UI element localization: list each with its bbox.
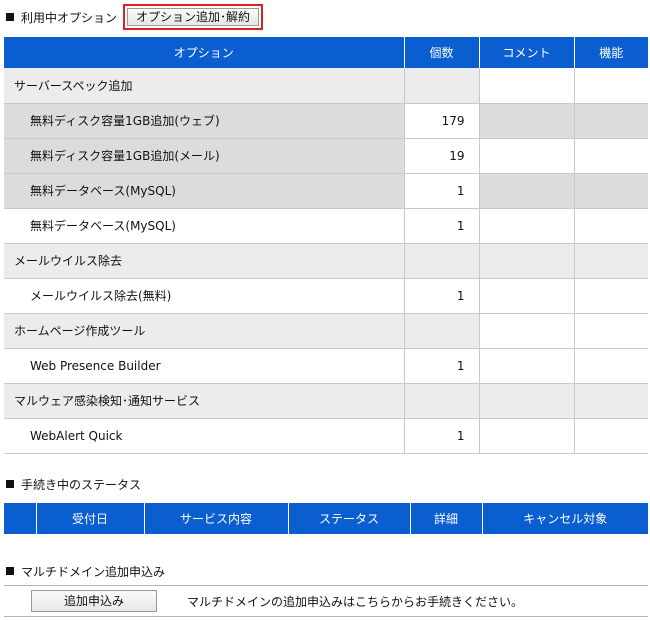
option-name: 無料データベース(MySQL) (4, 208, 405, 244)
option-comment (479, 103, 575, 139)
option-function (574, 383, 648, 419)
option-comment (479, 173, 575, 209)
option-count: 1 (404, 278, 480, 314)
option-comment (479, 138, 575, 174)
col-comment: コメント (479, 37, 575, 68)
option-function (574, 208, 648, 244)
status-section-header: 手続き中のステータス (4, 473, 141, 495)
option-function (574, 103, 648, 139)
option-comment (479, 68, 575, 104)
option-count: 1 (404, 208, 480, 244)
status-section-title: 手続き中のステータス (21, 477, 142, 492)
option-category: マルウェア感染検知･通知サービス (4, 383, 405, 419)
multidomain-section-title: マルチドメイン追加申込み (21, 564, 166, 579)
col-status: ステータス (288, 503, 411, 534)
square-bullet-icon (6, 13, 14, 21)
col-function: 機能 (574, 37, 648, 68)
option-category: メールウイルス除去 (4, 243, 405, 279)
col-received-date: 受付日 (36, 503, 145, 534)
options-table-header: オプション 個数 コメント 機能 (4, 37, 648, 68)
option-comment (479, 313, 575, 349)
option-comment (479, 418, 575, 454)
table-row: 無料ディスク容量1GB追加(ウェブ) 179 (4, 103, 648, 139)
option-count: 1 (404, 348, 480, 384)
option-comment (479, 208, 575, 244)
table-row: マルウェア感染検知･通知サービス (4, 383, 648, 419)
option-count: 1 (404, 173, 480, 209)
col-service-content: サービス内容 (144, 503, 289, 534)
option-count: 179 (404, 103, 480, 139)
multidomain-section-header: マルチドメイン追加申込み (4, 560, 165, 582)
col-detail: 詳細 (410, 503, 483, 534)
options-section-title: 利用中オプション (21, 10, 118, 25)
col-cancel-target: キャンセル対象 (482, 503, 648, 534)
table-row: 無料ディスク容量1GB追加(メール) 19 (4, 138, 648, 174)
option-comment (479, 243, 575, 279)
option-count (404, 383, 480, 419)
option-count (404, 68, 480, 104)
table-row: メールウイルス除去 (4, 243, 648, 279)
option-function (574, 348, 648, 384)
option-function (574, 138, 648, 174)
add-cancel-option-button[interactable]: オプション追加･解約 (127, 8, 260, 26)
option-function (574, 418, 648, 454)
highlight-box: オプション追加･解約 (123, 4, 264, 30)
options-table: オプション 個数 コメント 機能 サーバースペック追加 無料ディスク容量1GB追… (4, 37, 648, 454)
option-comment (479, 348, 575, 384)
apply-button[interactable]: 追加申込み (31, 590, 157, 612)
option-count: 19 (404, 138, 480, 174)
option-function (574, 278, 648, 314)
option-name: メールウイルス除去(無料) (4, 278, 405, 314)
option-name: Web Presence Builder (4, 348, 405, 384)
option-comment (479, 278, 575, 314)
option-function (574, 243, 648, 279)
status-table: 受付日 サービス内容 ステータス 詳細 キャンセル対象 (4, 503, 648, 534)
option-count (404, 313, 480, 349)
option-name: 無料ディスク容量1GB追加(ウェブ) (4, 103, 405, 139)
table-row: 無料データベース(MySQL) 1 (4, 208, 648, 244)
option-comment (479, 383, 575, 419)
table-row: Web Presence Builder 1 (4, 348, 648, 384)
multidomain-description: マルチドメインの追加申込みはこちらからお手続きください。 (187, 594, 524, 609)
option-count: 1 (404, 418, 480, 454)
option-name: 無料ディスク容量1GB追加(メール) (4, 138, 405, 174)
table-row: メールウイルス除去(無料) 1 (4, 278, 648, 314)
square-bullet-icon (6, 567, 14, 575)
option-name: WebAlert Quick (4, 418, 405, 454)
square-bullet-icon (6, 480, 14, 488)
col-option: オプション (4, 37, 405, 68)
table-row: サーバースペック追加 (4, 68, 648, 104)
table-row: ホームページ作成ツール (4, 313, 648, 349)
multidomain-row: 追加申込み マルチドメインの追加申込みはこちらからお手続きください。 (4, 585, 648, 617)
option-name: 無料データベース(MySQL) (4, 173, 405, 209)
options-section-header: 利用中オプション オプション追加･解約 (4, 4, 264, 30)
option-function (574, 68, 648, 104)
option-category: ホームページ作成ツール (4, 313, 405, 349)
option-count (404, 243, 480, 279)
col-select (4, 503, 37, 534)
option-category: サーバースペック追加 (4, 68, 405, 104)
status-table-header: 受付日 サービス内容 ステータス 詳細 キャンセル対象 (4, 503, 648, 534)
table-row: 無料データベース(MySQL) 1 (4, 173, 648, 209)
col-count: 個数 (404, 37, 480, 68)
option-function (574, 313, 648, 349)
table-row: WebAlert Quick 1 (4, 418, 648, 454)
option-function (574, 173, 648, 209)
